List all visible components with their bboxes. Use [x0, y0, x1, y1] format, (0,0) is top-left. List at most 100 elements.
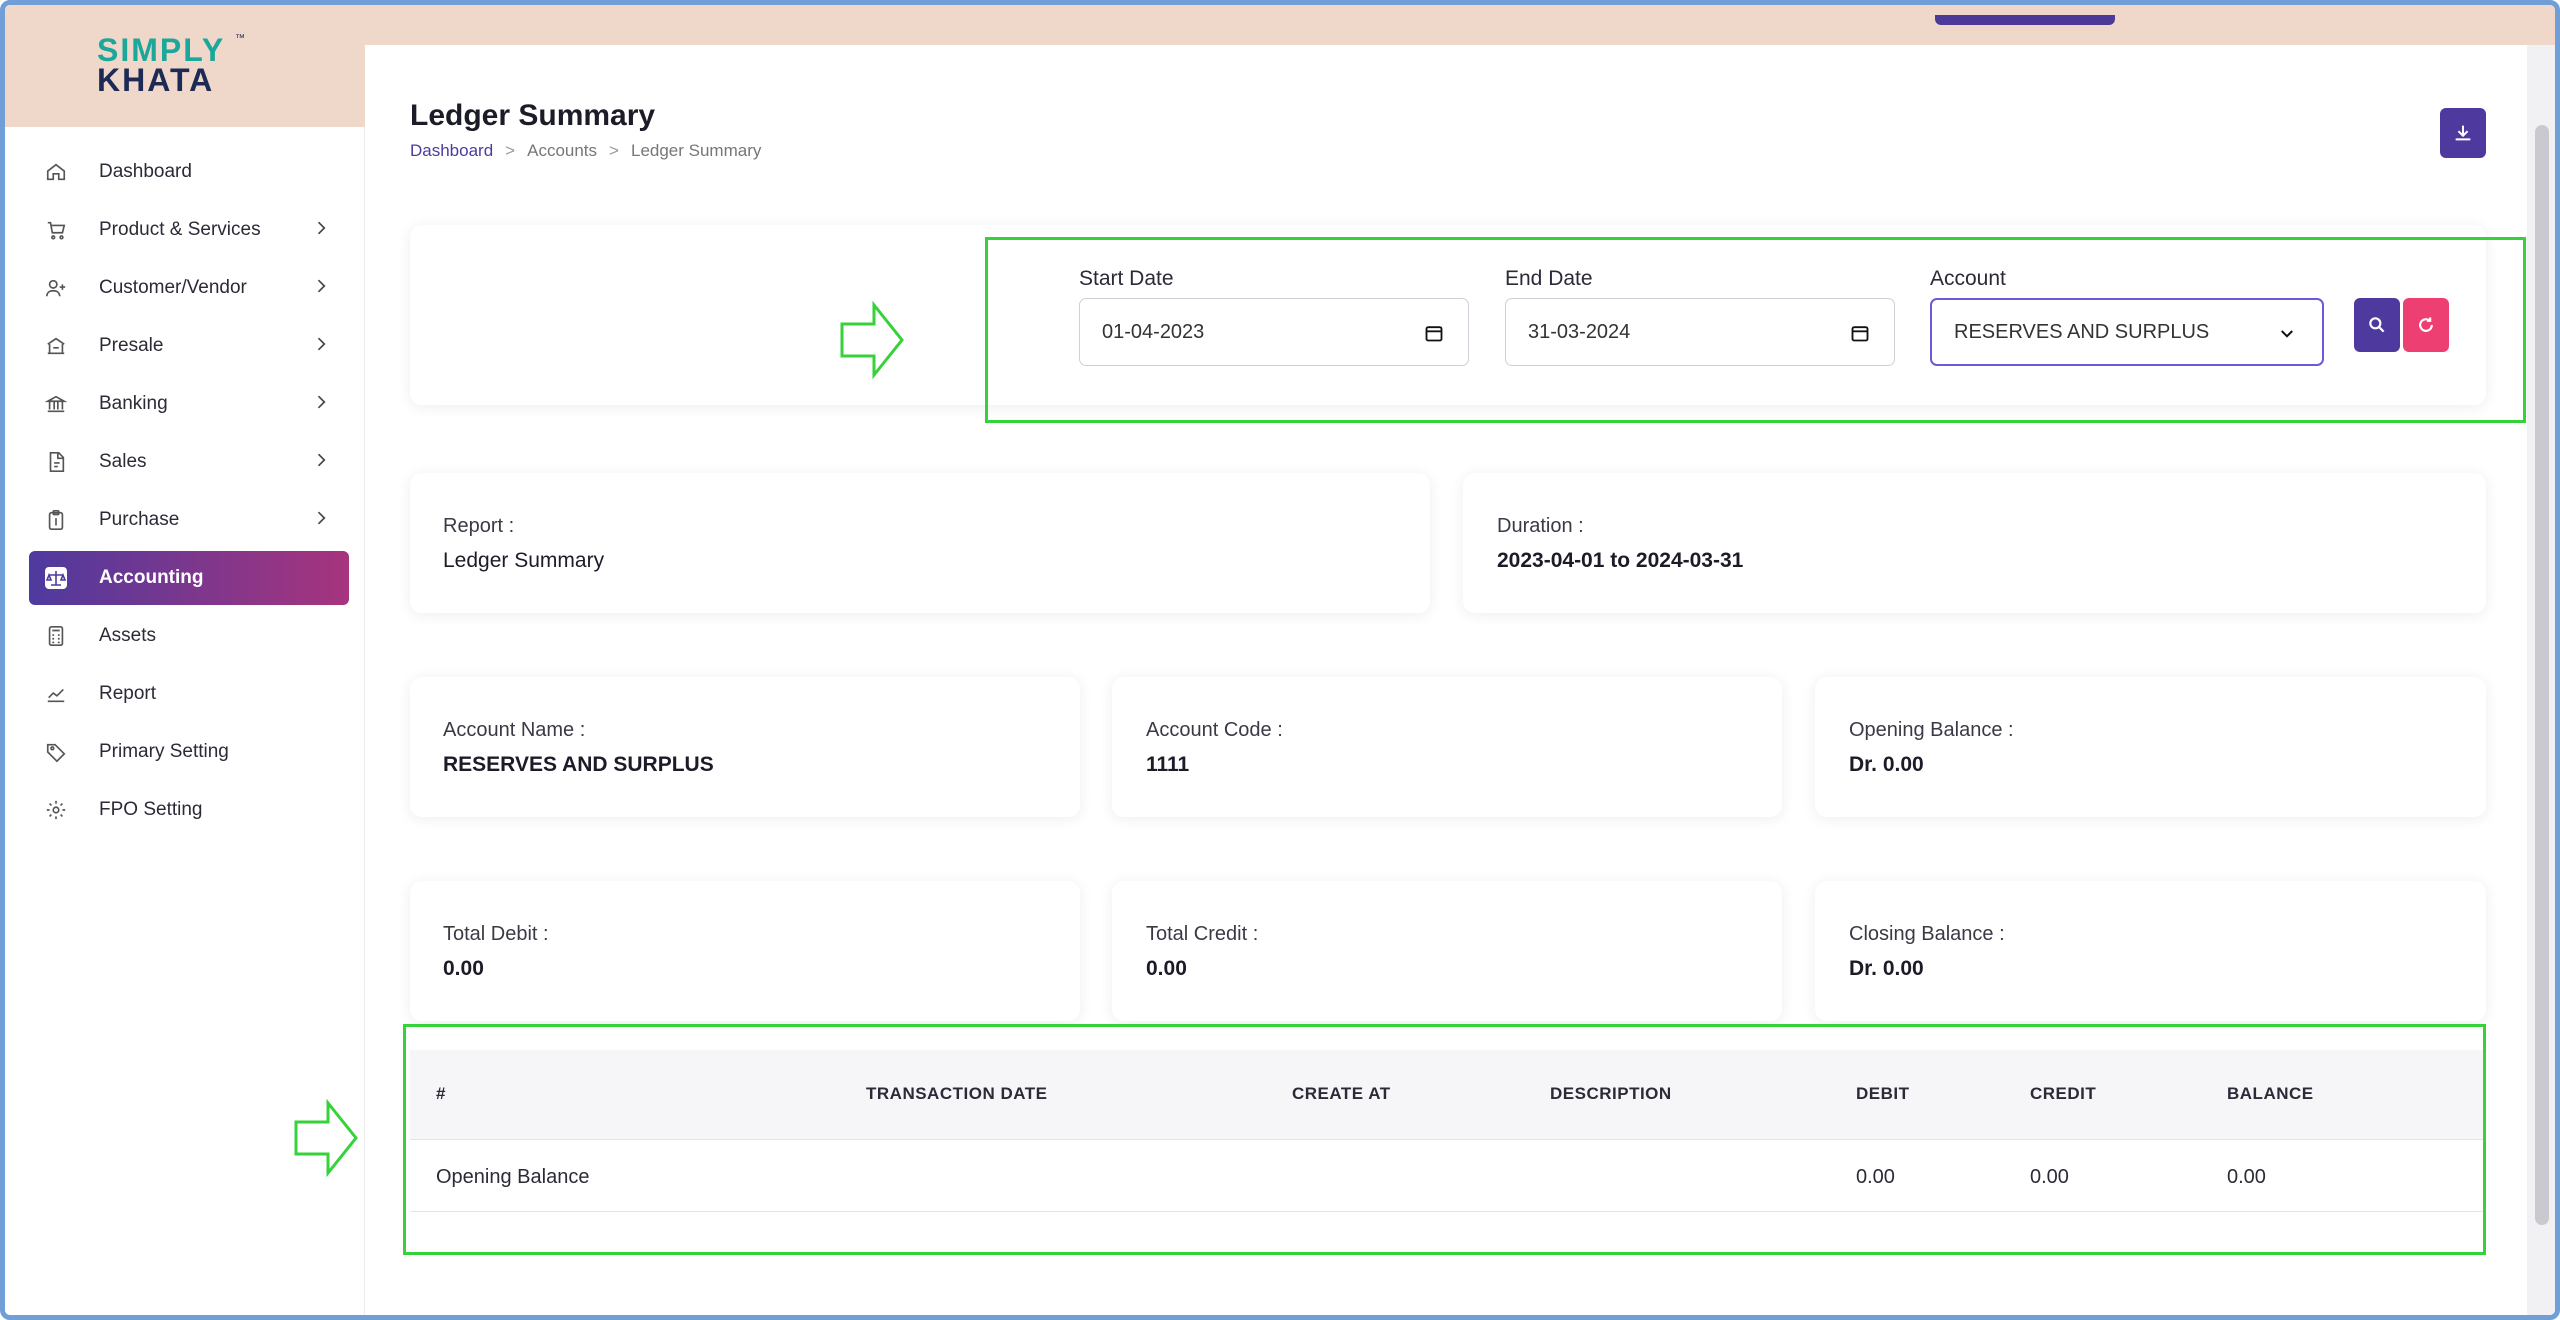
sidebar-nav: Dashboard Product & Services Customer/Ve… [29, 145, 349, 841]
closing-balance-value: Dr. 0.00 [1849, 957, 1924, 980]
search-icon [2369, 317, 2385, 333]
total-credit-label: Total Credit : [1146, 923, 1259, 945]
main-content: Ledger Summary Dashboard > Accounts > Ledger… [365, 45, 2527, 1315]
sidebar-item-label: FPO Setting [99, 799, 203, 820]
end-date-input[interactable]: 31-03-2024 [1505, 298, 1895, 366]
calendar-icon[interactable] [1850, 323, 1870, 343]
file-icon [43, 449, 69, 475]
closing-balance-label: Closing Balance : [1849, 923, 2005, 945]
chevron-right-icon [317, 453, 326, 467]
sidebar-item-label: Dashboard [99, 161, 192, 182]
search-button[interactable] [2354, 298, 2400, 352]
download-icon [2455, 125, 2471, 141]
breadcrumb: Dashboard > Accounts > Ledger Summary [410, 141, 761, 161]
sidebar-item-sales[interactable]: Sales [29, 435, 349, 489]
sidebar-item-purchase[interactable]: Purchase [29, 493, 349, 547]
chevron-right-icon [317, 511, 326, 525]
logo-line-2: KHATA [97, 62, 215, 98]
sidebar-item-label: Customer/Vendor [99, 277, 247, 298]
account-code-card: Account Code : 1111 [1112, 677, 1782, 817]
sidebar-item-label: Primary Setting [99, 741, 229, 762]
sidebar-item-label: Product & Services [99, 219, 261, 240]
breadcrumb-separator: > [609, 141, 619, 160]
chevron-right-icon [317, 279, 326, 293]
chevron-right-icon [317, 221, 326, 235]
arrow-right-icon [840, 300, 904, 380]
sidebar-item-accounting[interactable]: Accounting [29, 551, 349, 605]
sidebar-item-label: Purchase [99, 509, 180, 530]
total-debit-label: Total Debit : [443, 923, 549, 945]
sidebar-item-customer-vendor[interactable]: Customer/Vendor [29, 261, 349, 315]
opening-balance-card: Opening Balance : Dr. 0.00 [1815, 677, 2486, 817]
sidebar-item-label: Assets [99, 625, 157, 646]
page-scrollbar[interactable] [2527, 45, 2555, 1315]
cart-icon [43, 217, 69, 243]
sidebar-item-label: Accounting [99, 567, 204, 588]
sidebar-item-label: Presale [99, 335, 164, 356]
chevron-right-icon [317, 337, 326, 351]
calendar-icon[interactable] [1424, 323, 1444, 343]
table-highlight-box [403, 1024, 2486, 1255]
logo[interactable]: SIMPLY KHATA ™ [97, 32, 247, 98]
sidebar-item-label: Sales [99, 451, 147, 472]
scale-icon [43, 565, 69, 591]
gear-icon [43, 797, 69, 823]
chevron-down-icon [2281, 330, 2293, 338]
top-bar [5, 5, 2555, 45]
account-code-label: Account Code : [1146, 719, 1283, 741]
sidebar-item-label: Banking [99, 393, 168, 414]
total-debit-value: 0.00 [443, 957, 484, 980]
end-date-label: End Date [1505, 267, 1593, 290]
opening-balance-value: Dr. 0.00 [1849, 753, 1924, 776]
account-code-value: 1111 [1146, 753, 1190, 776]
duration-label: Duration : [1497, 515, 1584, 537]
start-date-value: 01-04-2023 [1102, 320, 1205, 343]
tag-icon [43, 739, 69, 765]
account-select[interactable]: RESERVES AND SURPLUS [1930, 298, 2324, 366]
logo-trademark: ™ [235, 33, 245, 44]
sidebar-item-report[interactable]: Report [29, 667, 349, 721]
sidebar-item-primary-setting[interactable]: Primary Setting [29, 725, 349, 779]
sidebar-item-assets[interactable]: Assets [29, 609, 349, 663]
start-date-label: Start Date [1079, 267, 1174, 290]
breadcrumb-accounts[interactable]: Accounts [527, 141, 597, 160]
breadcrumb-separator: > [505, 141, 516, 160]
calculator-icon [43, 623, 69, 649]
duration-card: Duration : 2023-04-01 to 2024-03-31 [1463, 473, 2486, 613]
breadcrumb-dashboard[interactable]: Dashboard [410, 141, 493, 160]
sidebar-item-banking[interactable]: Banking [29, 377, 349, 431]
building-icon [43, 333, 69, 359]
duration-value: 2023-04-01 to 2024-03-31 [1497, 549, 1744, 572]
total-credit-card: Total Credit : 0.00 [1112, 881, 1782, 1021]
end-date-value: 31-03-2024 [1528, 320, 1631, 343]
start-date-input[interactable]: 01-04-2023 [1079, 298, 1469, 366]
chevron-right-icon [317, 395, 326, 409]
sidebar-item-fpo-setting[interactable]: FPO Setting [29, 783, 349, 837]
total-debit-card: Total Debit : 0.00 [410, 881, 1080, 1021]
scrollbar-thumb[interactable] [2535, 125, 2549, 1225]
brand-header: SIMPLY KHATA ™ [5, 5, 365, 127]
sidebar-item-label: Report [99, 683, 157, 704]
clipboard-icon [43, 507, 69, 533]
sidebar-item-dashboard[interactable]: Dashboard [29, 145, 349, 199]
account-label: Account [1930, 267, 2006, 290]
home-icon [43, 159, 69, 185]
refresh-icon [2419, 317, 2433, 332]
report-label: Report : [443, 515, 515, 537]
account-name-label: Account Name : [443, 719, 586, 741]
reset-button[interactable] [2403, 298, 2449, 352]
account-selected-value: RESERVES AND SURPLUS [1954, 320, 2210, 343]
account-name-card: Account Name : RESERVES AND SURPLUS [410, 677, 1080, 817]
arrow-right-icon [294, 1098, 358, 1178]
account-name-value: RESERVES AND SURPLUS [443, 753, 714, 776]
sidebar-item-presale[interactable]: Presale [29, 319, 349, 373]
report-value: Ledger Summary [443, 549, 605, 572]
chart-icon [43, 681, 69, 707]
download-button[interactable] [2440, 108, 2486, 158]
bank-icon [43, 391, 69, 417]
sidebar-item-product-services[interactable]: Product & Services [29, 203, 349, 257]
user-plus-icon [43, 275, 69, 301]
logo-line-1: SIMPLY [97, 32, 226, 68]
opening-balance-label: Opening Balance : [1849, 719, 2014, 741]
topbar-user-menu[interactable] [1935, 15, 2115, 25]
